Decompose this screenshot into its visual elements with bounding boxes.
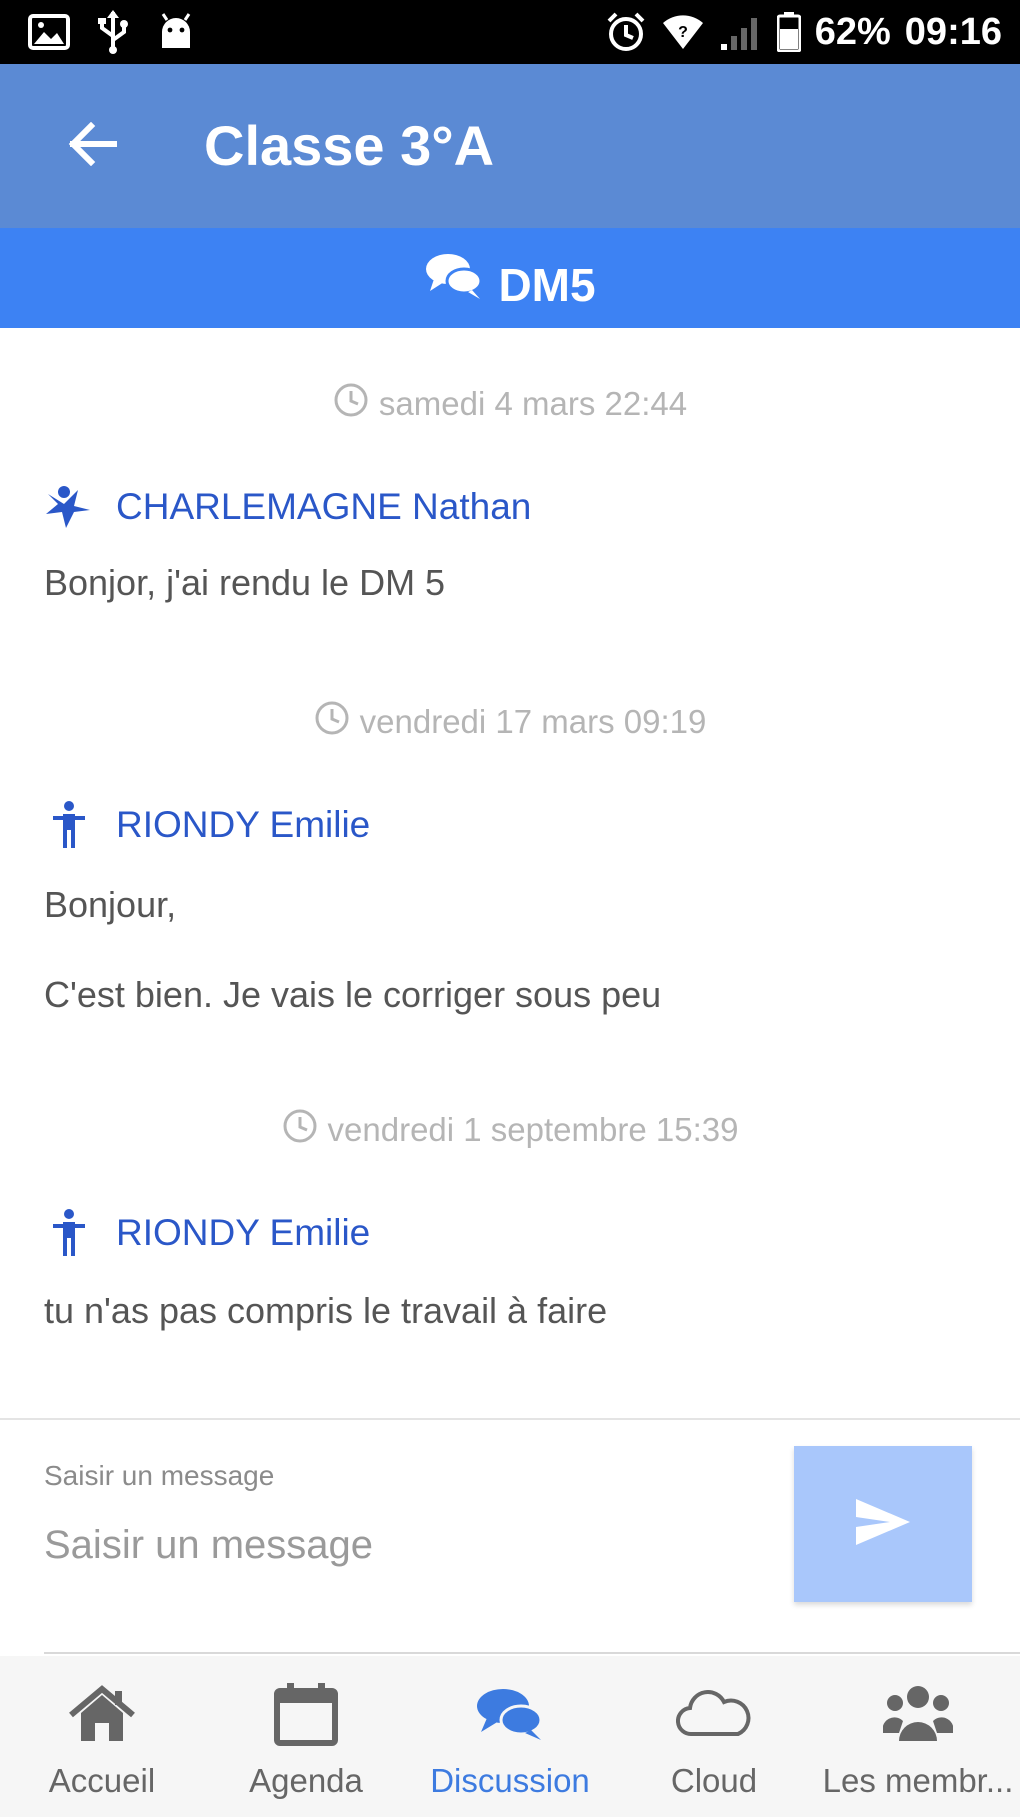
home-icon <box>69 1678 135 1750</box>
back-button[interactable] <box>56 110 128 182</box>
message-input[interactable] <box>44 1510 764 1580</box>
message-composer: Saisir un message <box>0 1420 1020 1654</box>
teacher-icon <box>44 800 94 850</box>
message-timestamp: vendredi 17 mars 09:19 <box>0 700 1020 744</box>
battery-icon <box>776 12 801 52</box>
message-text: C'est bien. Je vais le corriger sous peu <box>44 974 662 1015</box>
nav-label: Agenda <box>249 1762 363 1799</box>
send-button[interactable] <box>794 1446 972 1602</box>
calendar-icon <box>273 1678 339 1750</box>
discussion-title: DM5 <box>498 259 596 311</box>
signal-icon <box>719 14 763 50</box>
message-timestamp: samedi 4 mars 22:44 <box>0 382 1020 426</box>
wifi-icon: ? <box>661 13 705 51</box>
battery-percent: 62% <box>814 10 891 53</box>
cloud-icon <box>676 1678 752 1750</box>
send-icon <box>854 1497 912 1552</box>
student-icon <box>44 482 94 532</box>
arrow-left-icon <box>67 121 118 171</box>
clock: 09:16 <box>904 10 1002 53</box>
nav-label: Accueil <box>48 1762 156 1799</box>
clock-icon <box>314 700 350 744</box>
status-bar-system: ? 62% 09:16 <box>605 10 1002 54</box>
message-text: Bonjor, j'ai rendu le DM 5 <box>44 562 446 603</box>
clock-icon <box>333 382 369 426</box>
app-bar: Classe 3°A <box>0 64 1020 228</box>
android-icon <box>156 12 196 52</box>
message-text: Bonjour, <box>44 884 177 925</box>
input-underline <box>44 1652 1020 1654</box>
message-author: CHARLEMAGNE Nathan <box>44 482 531 532</box>
message-author: RIONDY Emilie <box>44 1208 370 1258</box>
teacher-icon <box>44 1208 94 1258</box>
nav-item-accueil[interactable]: Accueil <box>0 1656 204 1817</box>
alarm-icon <box>605 11 647 53</box>
clock-icon <box>282 1108 318 1152</box>
usb-icon <box>96 10 130 54</box>
nav-item-cloud[interactable]: Cloud <box>612 1656 816 1817</box>
message-timestamp: vendredi 1 septembre 15:39 <box>0 1108 1020 1152</box>
page-title: Classe 3°A <box>204 114 495 177</box>
nav-item-members[interactable]: Les membr... <box>816 1656 1020 1817</box>
nav-label: Cloud <box>670 1762 758 1799</box>
nav-item-agenda[interactable]: Agenda <box>204 1656 408 1817</box>
members-icon <box>883 1678 953 1750</box>
image-icon <box>28 14 70 50</box>
chat-bubbles-icon <box>424 251 484 306</box>
status-bar-notifications <box>28 10 196 54</box>
status-bar: ? 62% 09:16 <box>0 0 1020 64</box>
svg-text:?: ? <box>678 24 688 41</box>
message-text: tu n'as pas compris le travail à faire <box>44 1290 608 1331</box>
composer-label: Saisir un message <box>44 1460 275 1491</box>
discussion-header: DM5 <box>0 228 1020 328</box>
chat-bubbles-icon <box>475 1678 545 1750</box>
nav-label: Les membr... <box>822 1762 1014 1799</box>
nav-label: Discussion <box>430 1762 590 1799</box>
nav-item-discussion[interactable]: Discussion <box>408 1656 612 1817</box>
bottom-navigation: Accueil Agenda Discussion Cloud Les memb… <box>0 1656 1020 1817</box>
message-author: RIONDY Emilie <box>44 800 370 850</box>
message-list: samedi 4 mars 22:44 CHARLEMAGNE Nathan B… <box>0 332 1020 1417</box>
